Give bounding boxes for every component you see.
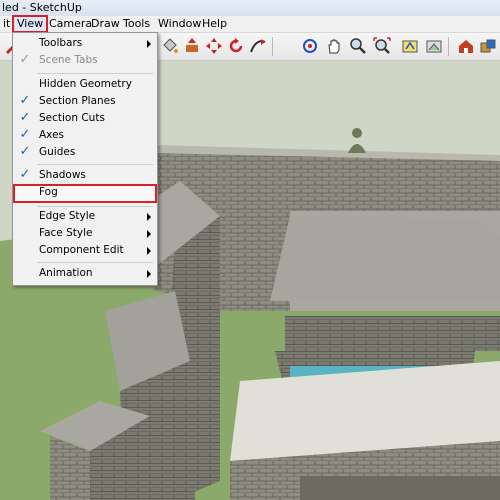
menu-item-label: Fog bbox=[39, 186, 58, 198]
push-pull-icon[interactable] bbox=[182, 36, 202, 56]
menu-tools[interactable]: Tools bbox=[120, 17, 153, 31]
menu-window[interactable]: Window bbox=[155, 17, 204, 31]
paint-bucket-icon[interactable] bbox=[160, 36, 180, 56]
checkmark-icon: ✓ bbox=[19, 127, 31, 142]
submenu-arrow-icon bbox=[147, 213, 151, 221]
menu-item-label: Edge Style bbox=[39, 210, 96, 222]
next-view-icon[interactable] bbox=[424, 36, 444, 56]
menu-item-label: Shadows bbox=[39, 169, 86, 181]
menu-item-label: Hidden Geometry bbox=[39, 78, 132, 90]
submenu-arrow-icon bbox=[147, 270, 151, 278]
menu-item-label: Component Edit bbox=[39, 244, 124, 256]
menu-item-toolbars[interactable]: Toolbars bbox=[13, 35, 157, 52]
menu-item-face-style[interactable]: Face Style bbox=[13, 225, 157, 242]
toolbar-separator bbox=[272, 37, 273, 56]
checkmark-icon: ✓ bbox=[19, 52, 31, 67]
submenu-arrow-icon bbox=[147, 247, 151, 255]
menu-separator bbox=[37, 73, 153, 74]
view-menu-dropdown: Toolbars ✓ Scene Tabs Hidden Geometry ✓ … bbox=[12, 32, 158, 286]
menu-item-label: Axes bbox=[39, 129, 65, 141]
menu-item-label: Guides bbox=[39, 146, 76, 158]
menu-item-label: Section Planes bbox=[39, 95, 116, 107]
checkmark-icon: ✓ bbox=[19, 110, 31, 125]
menu-item-label: Animation bbox=[39, 267, 93, 279]
zoom-extents-icon[interactable] bbox=[372, 36, 392, 56]
menu-draw[interactable]: Draw bbox=[88, 17, 123, 31]
components-icon[interactable] bbox=[478, 36, 498, 56]
follow-me-icon[interactable] bbox=[248, 36, 268, 56]
checkmark-icon: ✓ bbox=[19, 167, 31, 182]
checkmark-icon: ✓ bbox=[19, 144, 31, 159]
menu-item-animation[interactable]: Animation bbox=[13, 265, 157, 282]
window-titlebar: led - SketchUp bbox=[0, 0, 500, 16]
menubar: it View Camera Draw Tools Window Help bbox=[0, 15, 500, 33]
menu-item-section-cuts[interactable]: ✓ Section Cuts bbox=[13, 110, 157, 127]
menu-item-label: Face Style bbox=[39, 227, 93, 239]
checkmark-icon: ✓ bbox=[19, 93, 31, 108]
menu-item-label: Scene Tabs bbox=[39, 54, 98, 66]
menu-item-section-planes[interactable]: ✓ Section Planes bbox=[13, 93, 157, 110]
menu-item-fog[interactable]: Fog bbox=[13, 184, 157, 203]
menu-view[interactable]: View bbox=[12, 15, 49, 33]
rotate-icon[interactable] bbox=[226, 36, 246, 56]
menu-item-edge-style[interactable]: Edge Style bbox=[13, 208, 157, 225]
menu-item-scene-tabs[interactable]: ✓ Scene Tabs bbox=[13, 52, 157, 69]
warehouse-icon[interactable] bbox=[456, 36, 476, 56]
menu-separator bbox=[37, 262, 153, 263]
menu-item-label: Section Cuts bbox=[39, 112, 105, 124]
menu-item-guides[interactable]: ✓ Guides bbox=[13, 144, 157, 161]
menu-item-label: Toolbars bbox=[39, 37, 83, 49]
zoom-icon[interactable] bbox=[348, 36, 368, 56]
window-title: led - SketchUp bbox=[2, 1, 82, 14]
submenu-arrow-icon bbox=[147, 230, 151, 238]
move-icon[interactable] bbox=[204, 36, 224, 56]
menu-help[interactable]: Help bbox=[199, 17, 230, 31]
submenu-arrow-icon bbox=[147, 40, 151, 48]
menu-separator bbox=[37, 164, 153, 165]
menu-separator bbox=[37, 206, 153, 207]
menu-item-axes[interactable]: ✓ Axes bbox=[13, 127, 157, 144]
menu-item-shadows[interactable]: ✓ Shadows bbox=[13, 167, 157, 184]
toolbar-separator bbox=[448, 37, 449, 56]
pan-icon[interactable] bbox=[324, 36, 344, 56]
orbit-icon[interactable] bbox=[300, 36, 320, 56]
menu-item-component-edit[interactable]: Component Edit bbox=[13, 242, 157, 259]
menu-item-hidden-geometry[interactable]: Hidden Geometry bbox=[13, 76, 157, 93]
previous-view-icon[interactable] bbox=[400, 36, 420, 56]
